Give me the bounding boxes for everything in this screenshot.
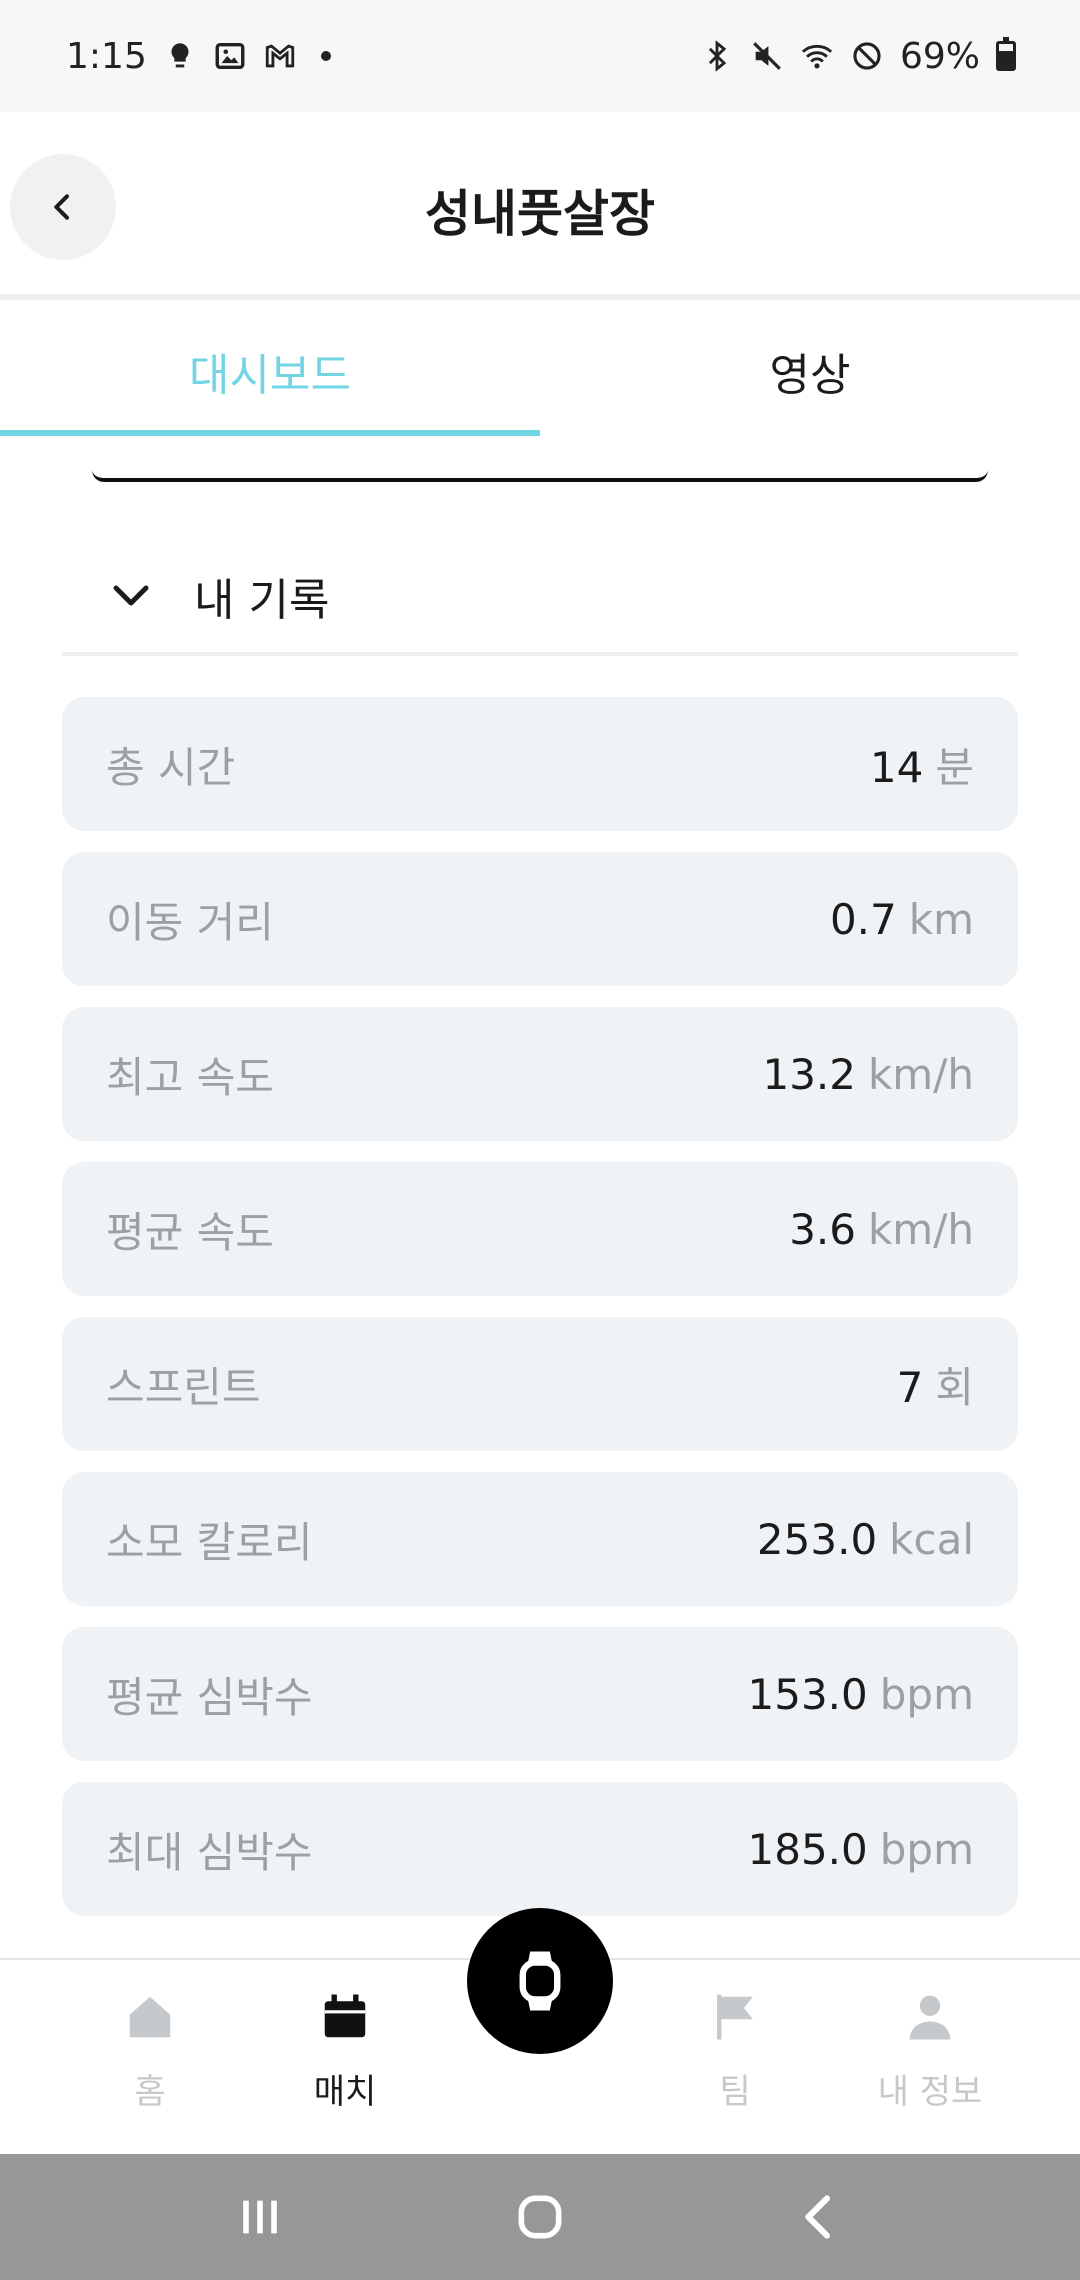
status-left: 1:15 xyxy=(66,36,331,77)
recents-icon xyxy=(243,2200,277,2234)
stat-value: 153.0 xyxy=(747,1669,868,1719)
stat-unit: km/h xyxy=(867,1204,974,1254)
stat-value: 14 xyxy=(869,742,924,792)
mute-icon xyxy=(750,39,784,73)
wifi-icon xyxy=(800,39,834,73)
stat-value-group: 13.2 km/h xyxy=(762,1050,974,1099)
page-title: 성내풋살장 xyxy=(425,185,655,243)
stat-value: 185.0 xyxy=(747,1824,868,1874)
status-right: 69% xyxy=(700,36,1016,77)
gmail-icon xyxy=(263,39,297,73)
stat-unit: 분 xyxy=(935,742,974,792)
nav-match[interactable]: 매치 xyxy=(265,1990,425,2113)
home-icon xyxy=(129,1996,171,2038)
stat-label: 총 시간 xyxy=(106,742,236,792)
stat-label: 이동 거리 xyxy=(106,897,274,947)
stat-value-group: 14 분 xyxy=(870,734,974,795)
calendar-icon xyxy=(324,1994,366,2038)
nav-my-info[interactable]: 내 정보 xyxy=(850,1990,1010,2113)
stat-unit: km xyxy=(908,894,974,944)
stat-row-max-speed: 최고 속도 13.2 km/h xyxy=(62,1007,1018,1141)
nav-label: 내 정보 xyxy=(877,2072,983,2112)
stat-value-group: 253.0 kcal xyxy=(757,1515,974,1564)
system-navigation-bar xyxy=(0,2154,1080,2280)
do-not-disturb-icon xyxy=(850,39,884,73)
watch-icon xyxy=(519,1951,561,2011)
stat-value-group: 153.0 bpm xyxy=(748,1670,974,1719)
stat-value: 0.7 xyxy=(829,894,897,944)
stat-label: 평균 심박수 xyxy=(106,1672,313,1722)
person-icon xyxy=(909,1995,951,2040)
nav-label: 팀 xyxy=(719,2072,751,2112)
nav-label: 매치 xyxy=(313,2072,377,2112)
nav-team[interactable]: 팀 xyxy=(655,1990,815,2113)
dot-icon xyxy=(320,51,331,61)
my-record-toggle[interactable]: 내 기록 xyxy=(62,540,1018,656)
status-time: 1:15 xyxy=(66,35,147,77)
app-header: 성내풋살장 xyxy=(0,112,1080,300)
flag-icon xyxy=(717,1994,753,2040)
tab-dashboard[interactable]: 대시보드 xyxy=(0,306,540,436)
stat-label: 최대 심박수 xyxy=(106,1827,313,1877)
stat-value-group: 7회 xyxy=(897,1354,974,1415)
recents-button[interactable] xyxy=(200,2177,320,2257)
stat-row-avg-speed: 평균 속도 3.6 km/h xyxy=(62,1162,1018,1296)
stats-list: 총 시간 14 분 이동 거리 0.7 km 최고 속도 13.2 km/h 평균 속… xyxy=(62,697,1018,1937)
stat-unit: kcal xyxy=(889,1514,974,1564)
battery-percent: 69% xyxy=(899,35,980,77)
scrolled-card-edge xyxy=(92,470,988,482)
stat-row-total-time: 총 시간 14 분 xyxy=(62,697,1018,831)
stat-value: 3.6 xyxy=(789,1204,856,1254)
stat-label: 소모 칼로리 xyxy=(106,1517,313,1567)
stat-unit: km/h xyxy=(867,1049,974,1099)
chevron-down-icon xyxy=(90,583,170,609)
stat-value-group: 0.7 km xyxy=(830,895,974,944)
back-icon xyxy=(805,2195,831,2239)
stat-value: 253.0 xyxy=(756,1514,878,1564)
stat-row-sprint: 스프린트 7회 xyxy=(62,1317,1018,1451)
system-back-button[interactable] xyxy=(760,2177,880,2257)
stat-label: 스프린트 xyxy=(106,1362,261,1412)
nav-home[interactable]: 홈 xyxy=(70,1990,230,2113)
bluetooth-icon xyxy=(700,39,734,73)
stat-row-avg-heart-rate: 평균 심박수 153.0 bpm xyxy=(62,1627,1018,1761)
tab-video[interactable]: 영상 xyxy=(540,306,1080,436)
stat-unit: 회 xyxy=(935,1362,974,1412)
image-icon xyxy=(213,39,247,73)
stat-label: 평균 속도 xyxy=(106,1207,274,1257)
stat-row-max-heart-rate: 최대 심박수 185.0 bpm xyxy=(62,1782,1018,1916)
stat-unit: bpm xyxy=(879,1669,974,1719)
stat-row-calories: 소모 칼로리 253.0 kcal xyxy=(62,1472,1018,1606)
stat-value: 13.2 xyxy=(762,1049,856,1099)
stat-value-group: 3.6 km/h xyxy=(789,1205,974,1254)
stat-value-group: 185.0 bpm xyxy=(748,1825,974,1874)
status-bar: 1:15 69% xyxy=(0,0,1080,112)
bulb-icon xyxy=(163,39,197,73)
battery-icon xyxy=(996,37,1016,71)
watch-button[interactable] xyxy=(467,1908,613,2054)
stat-row-distance: 이동 거리 0.7 km xyxy=(62,852,1018,986)
stat-label: 최고 속도 xyxy=(106,1052,274,1102)
tab-bar: 대시보드 영상 xyxy=(0,306,1080,436)
nav-label: 홈 xyxy=(134,2072,166,2112)
system-home-button[interactable] xyxy=(480,2177,600,2257)
stat-unit: bpm xyxy=(879,1824,974,1874)
section-title: 내 기록 xyxy=(194,575,330,626)
home-circle-icon xyxy=(518,2195,562,2239)
stat-value: 7 xyxy=(896,1362,924,1412)
